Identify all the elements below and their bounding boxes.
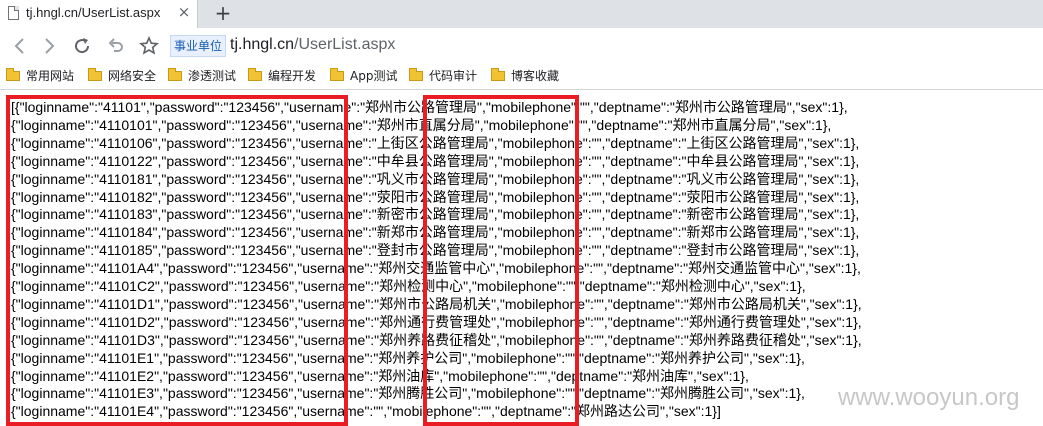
url-text[interactable]: tj.hngl.cn/UserList.aspx xyxy=(230,36,395,54)
bookmark-folder[interactable]: 编程开发 xyxy=(248,67,316,85)
bookmark-folder[interactable]: 常用网站 xyxy=(6,67,74,85)
address-bar[interactable]: 事业单位 tj.hngl.cn/UserList.aspx xyxy=(168,32,1043,60)
bookmark-label: 编程开发 xyxy=(268,69,317,83)
tab-title: tj.hngl.cn/UserList.aspx xyxy=(26,5,161,20)
new-tab-button[interactable]: + xyxy=(213,2,233,24)
folder-icon xyxy=(330,68,344,81)
undo-icon xyxy=(108,38,123,52)
reload-icon xyxy=(75,38,90,54)
bookmark-label: App测试 xyxy=(350,69,398,83)
security-chip[interactable]: 事业单位 xyxy=(170,35,227,57)
back-button[interactable] xyxy=(8,34,32,58)
url-host: tj.hngl.cn xyxy=(230,36,295,53)
bookmark-label: 网络安全 xyxy=(108,69,157,83)
highlight-box-credentials xyxy=(6,95,348,426)
toolbar: 事业单位 tj.hngl.cn/UserList.aspx xyxy=(0,28,1043,64)
folder-icon xyxy=(88,68,102,81)
reload-button[interactable] xyxy=(70,34,94,58)
bookmark-folder[interactable]: 代码审计 xyxy=(409,67,477,85)
bookmark-folder[interactable]: 博客收藏 xyxy=(491,67,559,85)
bookmark-label: 代码审计 xyxy=(429,69,478,83)
bookmark-label: 常用网站 xyxy=(26,69,75,83)
bookmark-star-button[interactable] xyxy=(137,34,161,58)
folder-icon xyxy=(409,68,423,81)
json-output: [{"loginname":"41101","password":"123456… xyxy=(0,90,1043,426)
bookmark-folder[interactable]: 网络安全 xyxy=(88,67,156,85)
bookmark-label: 渗透测试 xyxy=(188,69,237,83)
undo-button[interactable] xyxy=(104,34,128,58)
close-icon[interactable]: × xyxy=(176,4,192,20)
star-icon xyxy=(139,36,159,55)
bookmarks-bar: 常用网站 网络安全 渗透测试 编程开发 App测试 代码审计 博客收藏 xyxy=(0,64,1043,90)
bookmark-folder[interactable]: App测试 xyxy=(330,67,397,85)
folder-icon xyxy=(248,68,262,81)
page-icon xyxy=(8,6,19,20)
highlight-box-usernames xyxy=(423,95,579,426)
folder-icon xyxy=(491,68,505,81)
bookmark-label: 博客收藏 xyxy=(511,69,560,83)
folder-icon xyxy=(6,68,20,81)
active-tab[interactable]: tj.hngl.cn/UserList.aspx × xyxy=(0,0,198,28)
arrow-left-icon xyxy=(14,38,24,54)
url-path: /UserList.aspx xyxy=(294,36,396,53)
forward-button[interactable] xyxy=(37,34,61,58)
bookmark-folder[interactable]: 渗透测试 xyxy=(168,67,236,85)
tab-strip: tj.hngl.cn/UserList.aspx × + xyxy=(0,0,1043,28)
arrow-right-icon xyxy=(45,38,55,54)
watermark: www.wooyun.org xyxy=(838,384,1020,411)
folder-icon xyxy=(168,68,182,81)
